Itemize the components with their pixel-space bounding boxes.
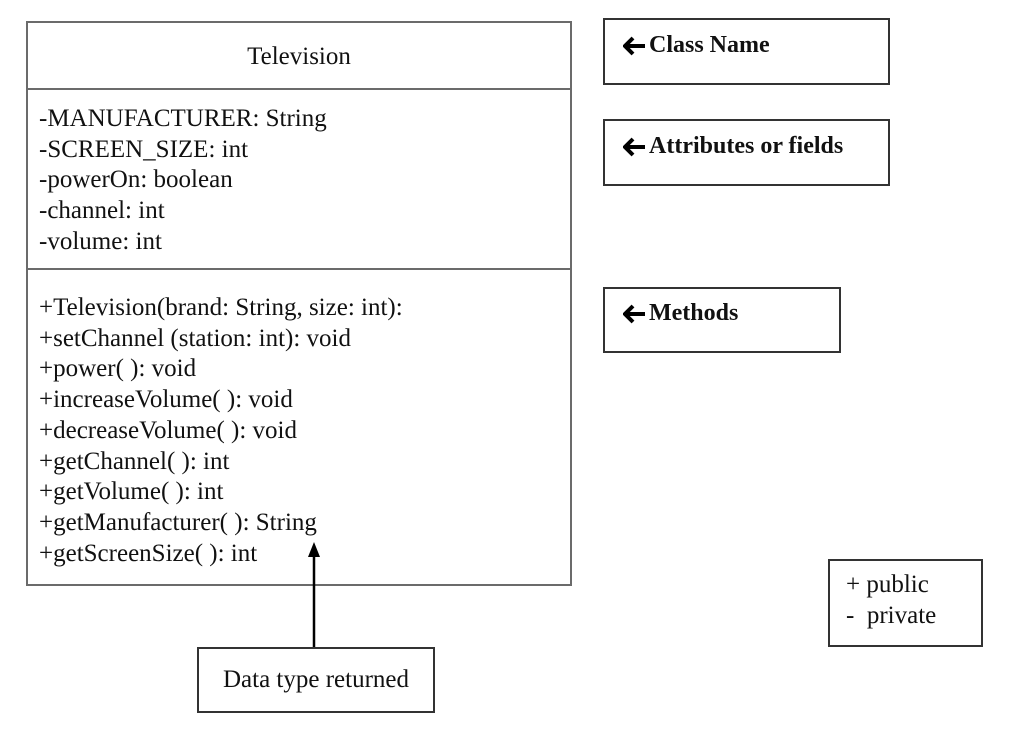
methods-section: +Television(brand: String, size: int): +… [28, 270, 570, 584]
method-item: +getChannel( ): int [39, 447, 230, 475]
attribute-item: -volume: int [39, 227, 162, 255]
method-item: +increaseVolume( ): void [39, 386, 293, 414]
attributes-annotation: Attributes or fields [603, 119, 890, 186]
method-item: +power( ): void [39, 355, 197, 383]
attribute-item: -SCREEN_SIZE: int [39, 135, 249, 163]
method-item: +getScreenSize( ): int [39, 539, 258, 567]
legend-public: + public [846, 571, 929, 598]
attribute-item: -MANUFACTURER: String [39, 105, 327, 132]
annotation-label: Methods [649, 300, 739, 326]
attribute-item: -channel: int [39, 197, 165, 225]
annotation-label: Attributes or fields [649, 133, 844, 159]
left-arrow-icon [623, 36, 645, 55]
legend-private: - private [846, 602, 937, 629]
method-item: +getManufacturer( ): String [39, 508, 317, 536]
attribute-item: -powerOn: boolean [39, 166, 233, 194]
uml-class-box: Television -MANUFACTURER: String -SCREEN… [26, 21, 572, 586]
methods-annotation: Methods [603, 287, 841, 353]
access-modifier-legend: + public - private [828, 559, 983, 647]
method-item: +Television(brand: String, size: int): [39, 294, 403, 321]
class-name-annotation: Class Name [603, 18, 890, 85]
method-item: +decreaseVolume( ): void [39, 416, 297, 444]
method-item: +getVolume( ): int [39, 478, 224, 506]
data-type-returned-callout: Data type returned [197, 647, 435, 713]
annotation-label: Class Name [649, 32, 770, 58]
callout-label: Data type returned [222, 666, 410, 693]
attributes-section: -MANUFACTURER: String -SCREEN_SIZE: int … [28, 92, 570, 270]
left-arrow-icon [623, 304, 645, 323]
class-name: Television [28, 23, 570, 90]
left-arrow-icon [623, 137, 645, 156]
method-item: +setChannel (station: int): void [39, 324, 351, 352]
